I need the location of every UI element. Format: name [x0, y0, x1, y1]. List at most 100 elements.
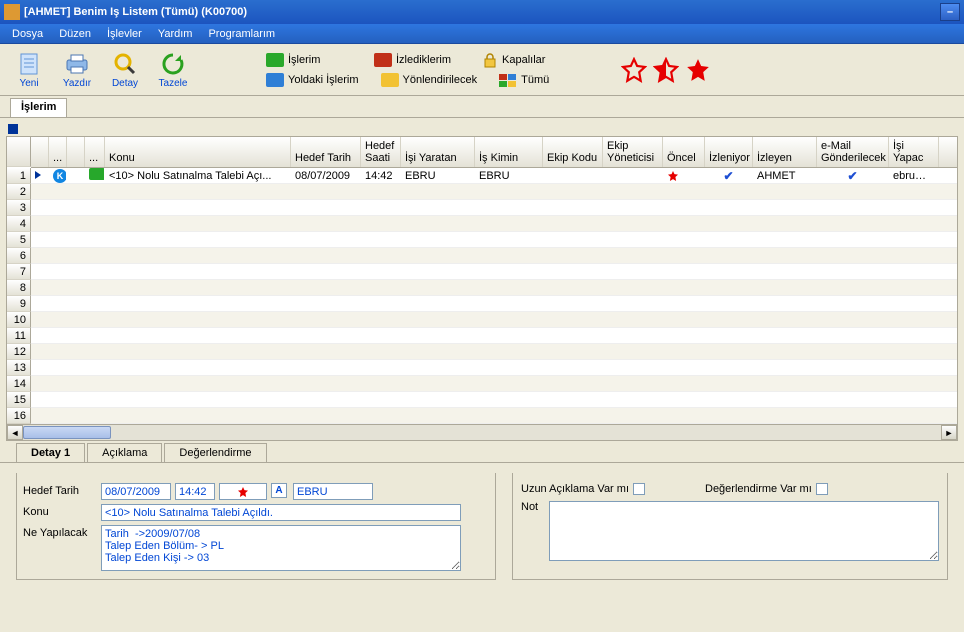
- document-icon: [15, 51, 43, 77]
- input-konu[interactable]: [101, 504, 461, 521]
- col-izleniyor[interactable]: İzleniyor: [705, 137, 753, 167]
- row-number[interactable]: 11: [7, 328, 31, 344]
- row-number[interactable]: 12: [7, 344, 31, 360]
- new-button[interactable]: Yeni: [8, 51, 50, 89]
- filter-tumu[interactable]: Tümü: [499, 72, 585, 88]
- row-number[interactable]: 2: [7, 184, 31, 200]
- col-ekip-kodu[interactable]: Ekip Kodu: [543, 137, 603, 167]
- refresh-button[interactable]: Tazele: [152, 51, 194, 89]
- textarea-ne-yapilacak[interactable]: [101, 525, 461, 571]
- folder-green-icon: [89, 168, 105, 180]
- row-number[interactable]: 1: [7, 168, 31, 184]
- col-ekip-yon[interactable]: Ekip Yöneticisi: [603, 137, 663, 167]
- table-row[interactable]: [31, 344, 957, 360]
- col-is-kimin[interactable]: İş Kimin: [475, 137, 543, 167]
- star-filters: [621, 57, 711, 83]
- label-uzun-aciklama: Uzun Açıklama Var mı: [521, 483, 629, 495]
- row-number[interactable]: 7: [7, 264, 31, 280]
- col-isi-yaratan[interactable]: İşi Yaratan: [401, 137, 475, 167]
- col-konu[interactable]: Konu: [105, 137, 291, 167]
- row-number[interactable]: 16: [7, 408, 31, 424]
- star-full-icon: [237, 486, 249, 498]
- table-row[interactable]: [31, 408, 957, 424]
- row-number[interactable]: 15: [7, 392, 31, 408]
- checkbox-uzun-aciklama[interactable]: [633, 483, 645, 495]
- row-number[interactable]: 14: [7, 376, 31, 392]
- filter-izlediklerim[interactable]: İzlediklerim: [374, 52, 460, 68]
- folder-red-icon: [374, 53, 392, 67]
- row-number[interactable]: 4: [7, 216, 31, 232]
- col-izleyen[interactable]: İzleyen: [753, 137, 817, 167]
- menu-programlarim[interactable]: Programlarım: [200, 26, 283, 42]
- menu-duzen[interactable]: Düzen: [51, 26, 99, 42]
- star-half-icon[interactable]: [653, 57, 679, 83]
- col-hedef-saati[interactable]: Hedef Saati: [361, 137, 401, 167]
- filter-islerim[interactable]: İşlerim: [266, 52, 352, 68]
- menu-yardim[interactable]: Yardım: [150, 26, 201, 42]
- table-row[interactable]: [31, 280, 957, 296]
- filter-yonlendirilecek[interactable]: Yönlendirilecek: [381, 72, 478, 88]
- menu-islevler[interactable]: İşlevler: [99, 26, 150, 42]
- textarea-not[interactable]: [549, 501, 939, 561]
- row-number[interactable]: 10: [7, 312, 31, 328]
- col-isi-yapac[interactable]: İşi Yapac: [889, 137, 939, 167]
- work-list-grid: ... ... Konu Hedef Tarih Hedef Saati İşi…: [6, 136, 958, 425]
- table-row[interactable]: [31, 264, 957, 280]
- star-outline-icon[interactable]: [621, 57, 647, 83]
- col-dots2[interactable]: ...: [85, 137, 105, 167]
- filter-yoldaki[interactable]: Yoldaki İşlerim: [266, 72, 359, 88]
- input-hedef-saat[interactable]: [175, 483, 215, 500]
- checkbox-degerlendirme[interactable]: [816, 483, 828, 495]
- filter-kapalilar[interactable]: Kapalılar: [482, 52, 568, 68]
- table-row[interactable]: [31, 296, 957, 312]
- label-degerlendirme: Değerlendirme Var mı: [705, 483, 812, 495]
- folder-blue-icon: [266, 73, 284, 87]
- row-number[interactable]: 3: [7, 200, 31, 216]
- label-hedef-tarih: Hedef Tarih: [23, 483, 97, 497]
- detail-tab-aciklama[interactable]: Açıklama: [87, 443, 162, 462]
- input-ebru[interactable]: [293, 483, 373, 500]
- print-button[interactable]: Yazdır: [56, 51, 98, 89]
- col-hedef-tarih[interactable]: Hedef Tarih: [291, 137, 361, 167]
- row-number[interactable]: 6: [7, 248, 31, 264]
- scroll-right-arrow[interactable]: ►: [941, 425, 957, 440]
- detail-tab-degerlendirme[interactable]: Değerlendirme: [164, 443, 266, 462]
- table-row[interactable]: [31, 232, 957, 248]
- priority-star-field[interactable]: [219, 483, 267, 500]
- table-row[interactable]: [31, 248, 957, 264]
- menu-dosya[interactable]: Dosya: [4, 26, 51, 42]
- table-row[interactable]: [31, 328, 957, 344]
- col-email[interactable]: e-Mail Gönderilecek: [817, 137, 889, 167]
- a-indicator: A: [271, 483, 287, 498]
- detail-button[interactable]: Detay: [104, 51, 146, 89]
- folder-yellow-icon: [381, 73, 399, 87]
- scroll-left-arrow[interactable]: ◄: [7, 425, 23, 440]
- star-full-icon[interactable]: [685, 57, 711, 83]
- table-row[interactable]: [31, 312, 957, 328]
- grid-corner-marker[interactable]: [8, 124, 18, 134]
- input-hedef-tarih[interactable]: [101, 483, 171, 500]
- row-number[interactable]: 13: [7, 360, 31, 376]
- detail-tab-1[interactable]: Detay 1: [16, 443, 85, 462]
- printer-icon: [63, 51, 91, 77]
- col-dots1[interactable]: ...: [49, 137, 67, 167]
- table-row[interactable]: K<10> Nolu Satınalma Talebi Açı...08/07/…: [31, 168, 957, 184]
- row-number[interactable]: 9: [7, 296, 31, 312]
- table-row[interactable]: [31, 376, 957, 392]
- row-number[interactable]: 8: [7, 280, 31, 296]
- col-oncel[interactable]: Öncel: [663, 137, 705, 167]
- grid-hscrollbar[interactable]: ◄ ►: [6, 425, 958, 441]
- table-row[interactable]: [31, 360, 957, 376]
- table-row[interactable]: [31, 200, 957, 216]
- table-row[interactable]: [31, 216, 957, 232]
- app-icon: [4, 4, 20, 20]
- scroll-thumb[interactable]: [23, 426, 111, 439]
- minimize-button[interactable]: –: [940, 3, 960, 21]
- table-row[interactable]: [31, 392, 957, 408]
- lock-icon: [482, 52, 498, 68]
- row-number[interactable]: 5: [7, 232, 31, 248]
- table-row[interactable]: [31, 184, 957, 200]
- tab-islerim[interactable]: İşlerim: [10, 98, 67, 117]
- detail-tabstrip: Detay 1 Açıklama Değerlendirme: [0, 443, 964, 462]
- folder-green-icon: [266, 53, 284, 67]
